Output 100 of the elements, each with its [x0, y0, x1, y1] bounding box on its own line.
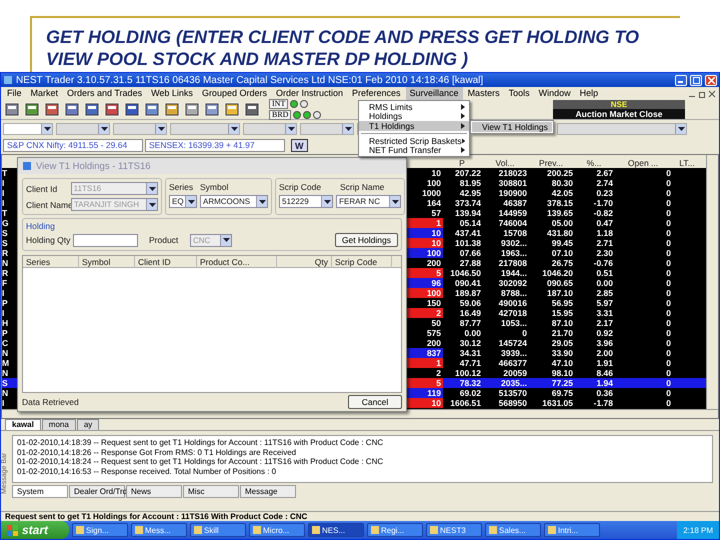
window-title: NEST Trader 3.10.57.31.5 11TS16 06436 Master Capital Services Ltd NSE:01 Feb 2010 14:18:46 [kawal] — [16, 74, 484, 86]
table-cell-text: S — [2, 228, 9, 238]
table-cell-text: N — [2, 348, 10, 358]
table-cell-text: 2.85 — [595, 288, 614, 298]
table-cell: 2 — [407, 308, 443, 318]
table-cell-text: N — [2, 388, 10, 398]
field-label: Product — [149, 235, 180, 245]
table-cell-text: 29.05 — [550, 338, 574, 348]
indicator-label: BRD — [269, 110, 292, 120]
table-cell-text: 150 — [426, 298, 442, 308]
table-cell: 100 — [407, 248, 443, 258]
table-cell-text: 87.10 — [550, 318, 574, 328]
table-cell-text: -0.76 — [592, 258, 614, 268]
table-cell-text: 2 — [435, 368, 442, 378]
table-cell-text: 05.00 — [550, 218, 574, 228]
table-cell-text: -0.82 — [592, 208, 614, 218]
table-cell-text: 87.77 — [458, 318, 482, 328]
table-cell-text: 80.30 — [550, 178, 574, 188]
table-cell-text: 07.10 — [550, 248, 574, 258]
table-cell-text: 0 — [665, 348, 672, 358]
table-cell-text: 145724 — [498, 338, 528, 348]
table-cell: 10 — [407, 398, 443, 408]
clock: 2:18 PM — [683, 526, 713, 534]
table-cell-text: 3939... — [500, 348, 528, 358]
table-cell-text: 2035... — [500, 378, 528, 388]
table-cell-text: 0.23 — [595, 188, 614, 198]
table-cell-text: 47.71 — [458, 358, 482, 368]
group-label: Holding — [26, 221, 56, 231]
table-cell-text: 2.74 — [595, 178, 614, 188]
table-cell-text: 2.67 — [595, 168, 614, 178]
table-cell-text: P — [2, 328, 9, 338]
table-cell-text: 98.10 — [550, 368, 574, 378]
table-cell-text: 50 — [430, 318, 442, 328]
table-cell-text: 57 — [430, 208, 442, 218]
table-cell-text: 20059 — [502, 368, 528, 378]
table-cell-text: 1.91 — [595, 358, 614, 368]
table-cell-text: 378.15 — [546, 198, 574, 208]
table-cell-text: 0 — [665, 358, 672, 368]
table-cell: 837 — [407, 348, 443, 358]
table-cell-text: 46387 — [502, 198, 528, 208]
table-cell-text: 0 — [665, 168, 672, 178]
table-cell-text: 1053... — [500, 318, 528, 328]
table-cell-text: 15.95 — [550, 308, 574, 318]
table-cell-text: 0 — [521, 328, 528, 338]
field-label: Symbol — [200, 182, 228, 192]
table-cell-text: 139.65 — [546, 208, 574, 218]
table-cell-text: 0 — [665, 338, 672, 348]
table-cell-text: 190900 — [498, 188, 528, 198]
table-cell-text: I — [2, 308, 6, 318]
slide-title: GET HOLDING (ENTER CLIENT CODE AND PRESS GET HOLDING TO VIEW POOL STOCK AND MASTER DP HOLDING ) — [46, 26, 640, 70]
log-line: 01-02-2010,14:16:53 -- Response received. Total Number of Positions : 0 — [17, 466, 278, 476]
field-label: Holding Qty — [26, 235, 70, 245]
table-cell-text: 0 — [665, 218, 672, 228]
table-cell-text: 144959 — [498, 208, 528, 218]
table-cell-text: 437.41 — [454, 228, 482, 238]
table-cell-text: C — [2, 338, 10, 348]
table-cell-text: 1963... — [500, 248, 528, 258]
status-bar: Request sent to get T1 Holdings for Account : 11TS16 With Product Code : CNC — [1, 511, 719, 521]
table-cell-text: 1606.51 — [449, 398, 482, 408]
table-cell-text: 090.65 — [546, 278, 574, 288]
table-cell-text: 0.51 — [595, 268, 614, 278]
table-cell-text: 0 — [665, 228, 672, 238]
table-cell-text: 0 — [665, 378, 672, 388]
table-cell: 119 — [407, 388, 443, 398]
table-cell-text: -1.78 — [592, 398, 614, 408]
table-cell-text: 33.90 — [550, 348, 574, 358]
table-cell-text: 10 — [430, 168, 442, 178]
table-cell-text: T — [2, 168, 8, 178]
table-cell-text: 69.02 — [458, 388, 482, 398]
table-cell-text: 200.25 — [546, 168, 574, 178]
table-cell-text: 21.70 — [550, 328, 574, 338]
table-cell-text: 47.10 — [550, 358, 574, 368]
table-cell-text: 1046.50 — [449, 268, 482, 278]
table-cell-text: 69.75 — [550, 388, 574, 398]
table-cell-text: 090.41 — [454, 278, 482, 288]
table-cell-text: 2.00 — [595, 348, 614, 358]
table-cell-text: H — [2, 318, 10, 328]
table-cell-text: 0.36 — [595, 388, 614, 398]
dialog-title: View T1 Holdings - 11TS16 — [36, 160, 151, 172]
table-cell-text: 200 — [426, 338, 442, 348]
table-cell-text: 302092 — [498, 278, 528, 288]
table-cell-text: S — [2, 238, 9, 248]
table-cell-text: 218023 — [498, 168, 528, 178]
table-cell-text: 164 — [426, 198, 442, 208]
table-cell-text: 431.80 — [546, 228, 574, 238]
table-cell-text: 9302... — [500, 238, 528, 248]
table-cell-text: 100 — [426, 178, 442, 188]
table-cell-text: 308801 — [498, 178, 528, 188]
market-status: Auction Market Close — [553, 109, 685, 119]
table-cell-text: 0 — [665, 298, 672, 308]
table-cell-text: N — [2, 368, 10, 378]
table-cell-text: 490016 — [498, 298, 528, 308]
table-cell: 1 — [407, 358, 443, 368]
table-cell-text: 466377 — [498, 358, 528, 368]
table-cell-text: 217808 — [498, 258, 528, 268]
table-cell: 5 — [407, 378, 443, 388]
table-cell-text: I — [2, 288, 6, 298]
table-cell-text: 0 — [665, 328, 672, 338]
table-cell-text: 16.49 — [458, 308, 482, 318]
table-cell-text: 27.88 — [458, 258, 482, 268]
